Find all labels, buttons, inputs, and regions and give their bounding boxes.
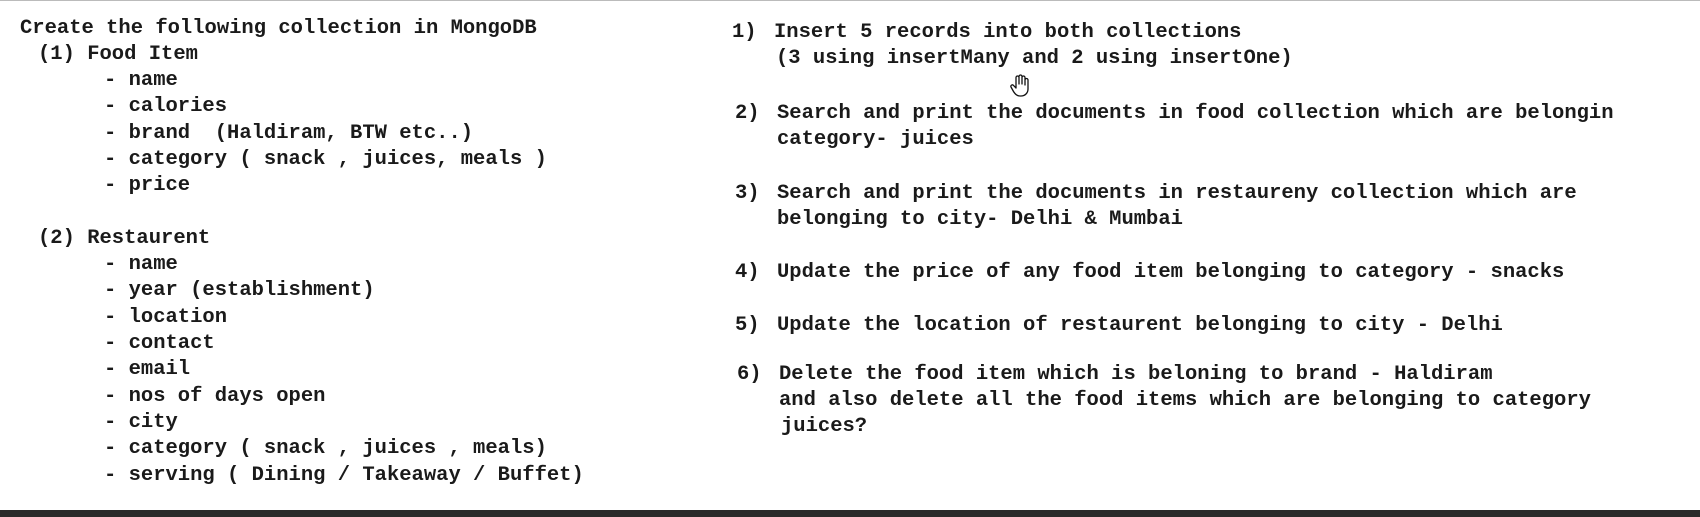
restaurent-field: - category ( snack , juices , meals)	[104, 437, 547, 460]
hand-pointer-icon	[1010, 74, 1029, 97]
food-field: - price	[104, 174, 191, 197]
task-line: Insert 5 records into both collections	[774, 21, 1242, 44]
task-line: Search and print the documents in restau…	[777, 182, 1577, 205]
restaurent-field: - contact	[104, 332, 215, 355]
task-line: juices?	[781, 415, 868, 438]
task-number: 5)	[735, 314, 760, 337]
task-number: 2)	[735, 102, 760, 125]
task-line: and also delete all the food items which…	[779, 389, 1591, 412]
bottom-border	[0, 510, 1700, 517]
restaurent-field: - nos of days open	[104, 385, 326, 408]
food-field: - name	[104, 69, 178, 92]
food-field: - brand (Haldiram, BTW etc..)	[104, 122, 474, 145]
task-number: 1)	[732, 21, 757, 44]
restaurent-field: - serving ( Dining / Takeaway / Buffet)	[104, 464, 584, 487]
task-line: category- juices	[777, 128, 974, 151]
restaurent-field: - email	[104, 358, 191, 381]
food-field: - calories	[104, 95, 228, 118]
food-item-title: (1) Food Item	[38, 43, 198, 66]
task-number: 4)	[735, 261, 760, 284]
collection-heading: Create the following collection in Mongo…	[20, 17, 537, 40]
task-line: Delete the food item which is beloning t…	[779, 363, 1493, 386]
task-line: Search and print the documents in food c…	[777, 102, 1614, 125]
top-border	[0, 0, 1700, 1]
restaurent-field: - city	[104, 411, 178, 434]
restaurent-field: - name	[104, 253, 178, 276]
task-line: belonging to city- Delhi & Mumbai	[777, 208, 1183, 231]
food-field: - category ( snack , juices, meals )	[104, 148, 547, 171]
restaurent-field: - year (establishment)	[104, 279, 375, 302]
restaurent-field: - location	[104, 306, 228, 329]
task-line: (3 using insertMany and 2 using insertOn…	[776, 47, 1293, 70]
task-number: 6)	[737, 363, 762, 386]
task-line: Update the price of any food item belong…	[777, 261, 1565, 284]
task-number: 3)	[735, 182, 760, 205]
restaurent-title: (2) Restaurent	[38, 227, 211, 250]
task-line: Update the location of restaurent belong…	[777, 314, 1503, 337]
